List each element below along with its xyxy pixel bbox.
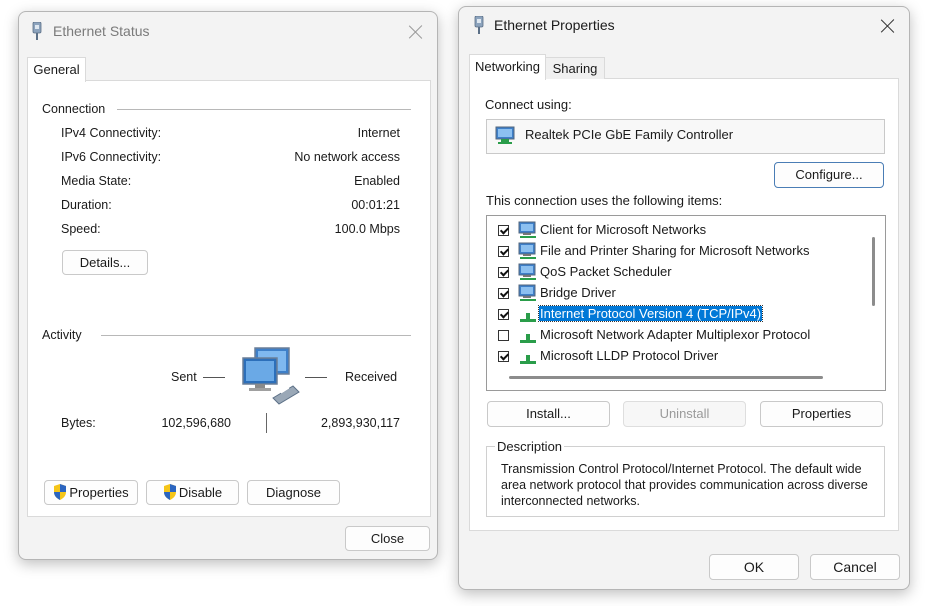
component-label: Internet Protocol Version 4 (TCP/IPv4) [537, 305, 764, 322]
disable-button[interactable]: Disable [146, 480, 239, 505]
bytes-received-value: 2,893,930,117 [320, 416, 400, 430]
bytes-sent-value: 102,596,680 [161, 416, 231, 430]
items-list[interactable]: Client for Microsoft Networks File and Pr… [486, 215, 886, 391]
ipv6-value: No network access [294, 150, 400, 164]
ipv4-label: IPv4 Connectivity: [61, 126, 162, 140]
component-checkbox[interactable] [498, 288, 509, 299]
status-properties-label: Properties [69, 485, 129, 500]
component-checkbox[interactable] [498, 246, 509, 257]
configure-button[interactable]: Configure... [774, 162, 884, 188]
component-item[interactable]: Microsoft Network Adapter Multiplexor Pr… [487, 325, 867, 345]
ethernet-icon [474, 16, 484, 34]
uac-shield-icon [54, 484, 67, 500]
networking-panel: Connect using: Realtek PCIe GbE Family C… [469, 78, 899, 531]
items-label: This connection uses the following items… [486, 193, 723, 208]
sent-label: Sent [171, 370, 197, 384]
component-item[interactable]: QoS Packet Scheduler [487, 262, 867, 282]
ipv6-label: IPv6 Connectivity: [61, 150, 162, 164]
status-close-button[interactable]: Close [345, 526, 430, 551]
connect-using-label: Connect using: [485, 97, 572, 112]
network-client-icon [518, 221, 536, 238]
install-button[interactable]: Install... [487, 401, 610, 427]
vertical-scrollbar[interactable] [872, 237, 875, 306]
description-group: Description Transmission Control Protoco… [486, 439, 885, 517]
tab-general[interactable]: General [27, 57, 86, 82]
disable-label: Disable [178, 485, 223, 500]
component-item[interactable]: Microsoft LLDP Protocol Driver [487, 346, 867, 366]
status-properties-button[interactable]: Properties [44, 480, 138, 505]
component-label: File and Printer Sharing for Microsoft N… [540, 243, 810, 258]
component-item[interactable]: File and Printer Sharing for Microsoft N… [487, 241, 867, 261]
media-state-label: Media State: [61, 174, 132, 188]
tab-networking[interactable]: Networking [469, 54, 546, 80]
component-checkbox[interactable] [498, 330, 509, 341]
network-adapter-icon [495, 126, 515, 144]
properties-window-title: Ethernet Properties [494, 17, 615, 33]
status-titlebar[interactable]: Ethernet Status [19, 12, 437, 50]
status-close-icon[interactable] [406, 22, 426, 42]
activity-divider [101, 335, 411, 336]
network-client-icon [518, 242, 536, 259]
ethernet-properties-window: Ethernet Properties Networking Sharing C… [458, 6, 910, 590]
tab-sharing[interactable]: Sharing [545, 57, 605, 79]
received-label: Received [345, 370, 398, 384]
ethernet-status-window: Ethernet Status General Connection IPv4 … [18, 11, 438, 560]
sent-line [203, 377, 225, 378]
component-checkbox[interactable] [498, 225, 509, 236]
component-label: Bridge Driver [540, 285, 616, 300]
adapter-name: Realtek PCIe GbE Family Controller [525, 127, 734, 142]
status-window-title: Ethernet Status [53, 23, 150, 39]
connection-heading: Connection [42, 102, 106, 116]
duration-value: 00:01:21 [351, 198, 400, 212]
uninstall-button[interactable]: Uninstall [623, 401, 746, 427]
component-label: Microsoft LLDP Protocol Driver [540, 348, 719, 363]
properties-close-icon[interactable] [878, 16, 898, 36]
component-item[interactable]: Bridge Driver [487, 283, 867, 303]
media-state-value: Enabled [354, 174, 400, 188]
adapter-box: Realtek PCIe GbE Family Controller [486, 119, 885, 154]
protocol-icon [520, 313, 536, 322]
component-label: Client for Microsoft Networks [540, 222, 707, 237]
component-checkbox[interactable] [498, 351, 509, 362]
bytes-label: Bytes: [61, 416, 96, 430]
received-line [305, 377, 327, 378]
component-checkbox[interactable] [498, 267, 509, 278]
protocol-icon [520, 334, 536, 343]
horizontal-scrollbar[interactable] [509, 376, 823, 379]
connection-divider [117, 109, 411, 110]
speed-label: Speed: [61, 222, 101, 236]
network-client-icon [518, 263, 536, 280]
speed-value: 100.0 Mbps [334, 222, 400, 236]
component-label: QoS Packet Scheduler [540, 264, 672, 279]
network-activity-icon [242, 347, 300, 405]
component-label: Microsoft Network Adapter Multiplexor Pr… [540, 327, 811, 342]
description-text: Transmission Control Protocol/Internet P… [501, 462, 868, 508]
ok-button[interactable]: OK [709, 554, 799, 580]
component-item[interactable]: Client for Microsoft Networks [487, 220, 867, 240]
bytes-separator [266, 413, 267, 433]
status-general-panel: Connection IPv4 Connectivity: Internet I… [27, 80, 431, 517]
uac-shield-icon [163, 484, 176, 500]
activity-heading: Activity [42, 328, 82, 342]
component-item[interactable]: Internet Protocol Version 4 (TCP/IPv4) [487, 304, 867, 324]
component-checkbox[interactable] [498, 309, 509, 320]
cancel-button[interactable]: Cancel [810, 554, 900, 580]
item-properties-button[interactable]: Properties [760, 401, 883, 427]
ipv4-value: Internet [357, 126, 400, 140]
network-client-icon [518, 284, 536, 301]
description-heading: Description [495, 439, 565, 454]
properties-titlebar[interactable]: Ethernet Properties [459, 7, 909, 45]
details-button[interactable]: Details... [62, 250, 148, 275]
protocol-icon [520, 355, 536, 364]
duration-label: Duration: [61, 198, 112, 212]
ethernet-icon [32, 22, 42, 40]
diagnose-button[interactable]: Diagnose [247, 480, 340, 505]
